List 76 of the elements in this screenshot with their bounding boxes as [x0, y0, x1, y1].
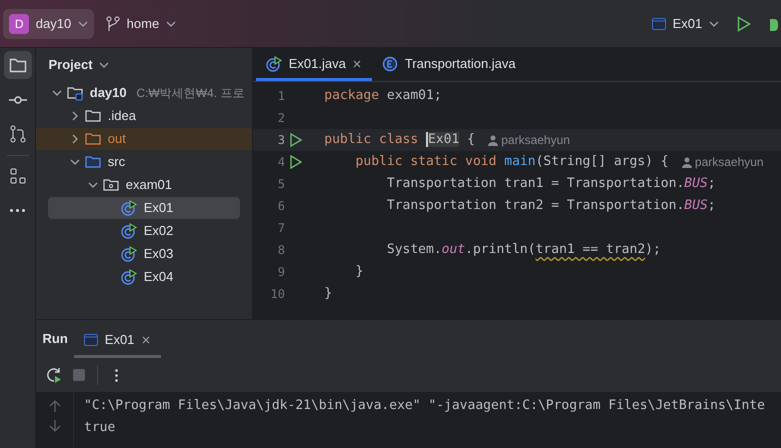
- chevron-down-icon: [99, 60, 110, 70]
- project-avatar: D: [9, 14, 30, 34]
- branch-icon: [106, 16, 120, 32]
- tree-item[interactable]: Ex02: [36, 220, 252, 242]
- tree-item[interactable]: exam01: [36, 174, 252, 196]
- stop-icon: [70, 367, 87, 383]
- console-line: true: [84, 419, 116, 438]
- author-hint[interactable]: parksaehyun: [488, 131, 570, 150]
- chevron-down-icon: [166, 18, 176, 28]
- line-number: 8: [276, 242, 285, 260]
- branch-switcher[interactable]: home: [100, 8, 182, 38]
- line-number: 4: [276, 154, 285, 172]
- more-icon: [114, 368, 118, 382]
- panel-title: Run: [42, 330, 68, 348]
- code-line: package exam01;: [324, 87, 442, 106]
- line-number: 3: [276, 132, 285, 150]
- code-line: Transportation tran1 = Transportation.BUS;: [386, 175, 716, 194]
- project-switcher[interactable]: D day10: [3, 8, 94, 38]
- tree-item[interactable]: out: [36, 128, 252, 150]
- line-number: 1: [276, 88, 285, 106]
- window-icon: [84, 334, 98, 346]
- project-view-selector[interactable]: Project: [42, 50, 116, 80]
- person-icon: [488, 134, 498, 146]
- folder-icon: [85, 108, 102, 124]
- line-number: 2: [276, 110, 285, 128]
- tree-item[interactable]: day10 C:₩박세현₩4. 프로: [36, 82, 252, 104]
- line-number: 7: [276, 220, 285, 238]
- play-icon: [737, 16, 752, 32]
- window-icon: [652, 18, 666, 30]
- code-line: System.out.println(tran1 == tran2);: [386, 241, 661, 260]
- package-icon: [103, 177, 120, 193]
- editor-tab[interactable]: Transportation.java: [372, 49, 526, 81]
- folder-icon: [8, 56, 26, 74]
- chevron-down-icon: [708, 18, 719, 28]
- class-icon: [121, 269, 138, 285]
- class-icon: [121, 223, 138, 239]
- module-path: C:₩박세현₩4. 프로: [136, 85, 244, 102]
- run-configuration-selector[interactable]: Ex01: [646, 8, 725, 38]
- editor-tab[interactable]: Ex01.java: [256, 49, 372, 81]
- arrow-up-icon[interactable]: [48, 398, 60, 412]
- pull-request-icon: [8, 125, 26, 144]
- run-tab[interactable]: Ex01: [74, 324, 161, 358]
- line-number: 5: [276, 176, 285, 194]
- tree-item[interactable]: Ex03: [36, 243, 252, 265]
- arrow-down-icon[interactable]: [48, 419, 60, 433]
- code-line: public static void main(String[] args) {: [354, 153, 669, 172]
- code-line: public class Ex01 {: [324, 131, 475, 150]
- tree-item[interactable]: .idea: [36, 105, 252, 127]
- line-number: 9: [276, 264, 285, 282]
- console-line: "C:\Program Files\Java\jdk-21\bin\java.exe" "-javaagent:C:\Program Files\JetBrains\Inte: [84, 397, 765, 416]
- play-icon[interactable]: [290, 155, 302, 170]
- folder-icon: [85, 154, 102, 170]
- play-icon[interactable]: [290, 133, 302, 148]
- folder-tool-button[interactable]: [4, 51, 32, 80]
- tree-item[interactable]: Ex04: [36, 266, 252, 288]
- class-icon: [266, 56, 282, 72]
- code-line: }: [354, 263, 364, 282]
- structure-icon: [8, 167, 26, 186]
- line-number: 6: [276, 198, 285, 216]
- module-icon: [67, 85, 84, 101]
- close-icon[interactable]: [140, 334, 151, 344]
- tree-item[interactable]: Ex01: [48, 197, 240, 219]
- author-hint[interactable]: parksaehyun: [682, 153, 764, 172]
- more-icon: [10, 209, 25, 212]
- enum-icon: [382, 56, 398, 72]
- chevron-down-icon: [78, 18, 88, 28]
- line-number: 10: [270, 286, 285, 304]
- code-line: }: [324, 285, 332, 304]
- class-icon: [121, 200, 138, 216]
- class-icon: [121, 246, 138, 262]
- rerun-icon: [46, 367, 62, 383]
- close-icon[interactable]: [352, 58, 362, 68]
- tree-item[interactable]: src: [36, 151, 252, 173]
- person-icon: [682, 156, 692, 168]
- code-line: Transportation tran2 = Transportation.BUS;: [386, 197, 716, 216]
- folder-icon: [85, 131, 102, 147]
